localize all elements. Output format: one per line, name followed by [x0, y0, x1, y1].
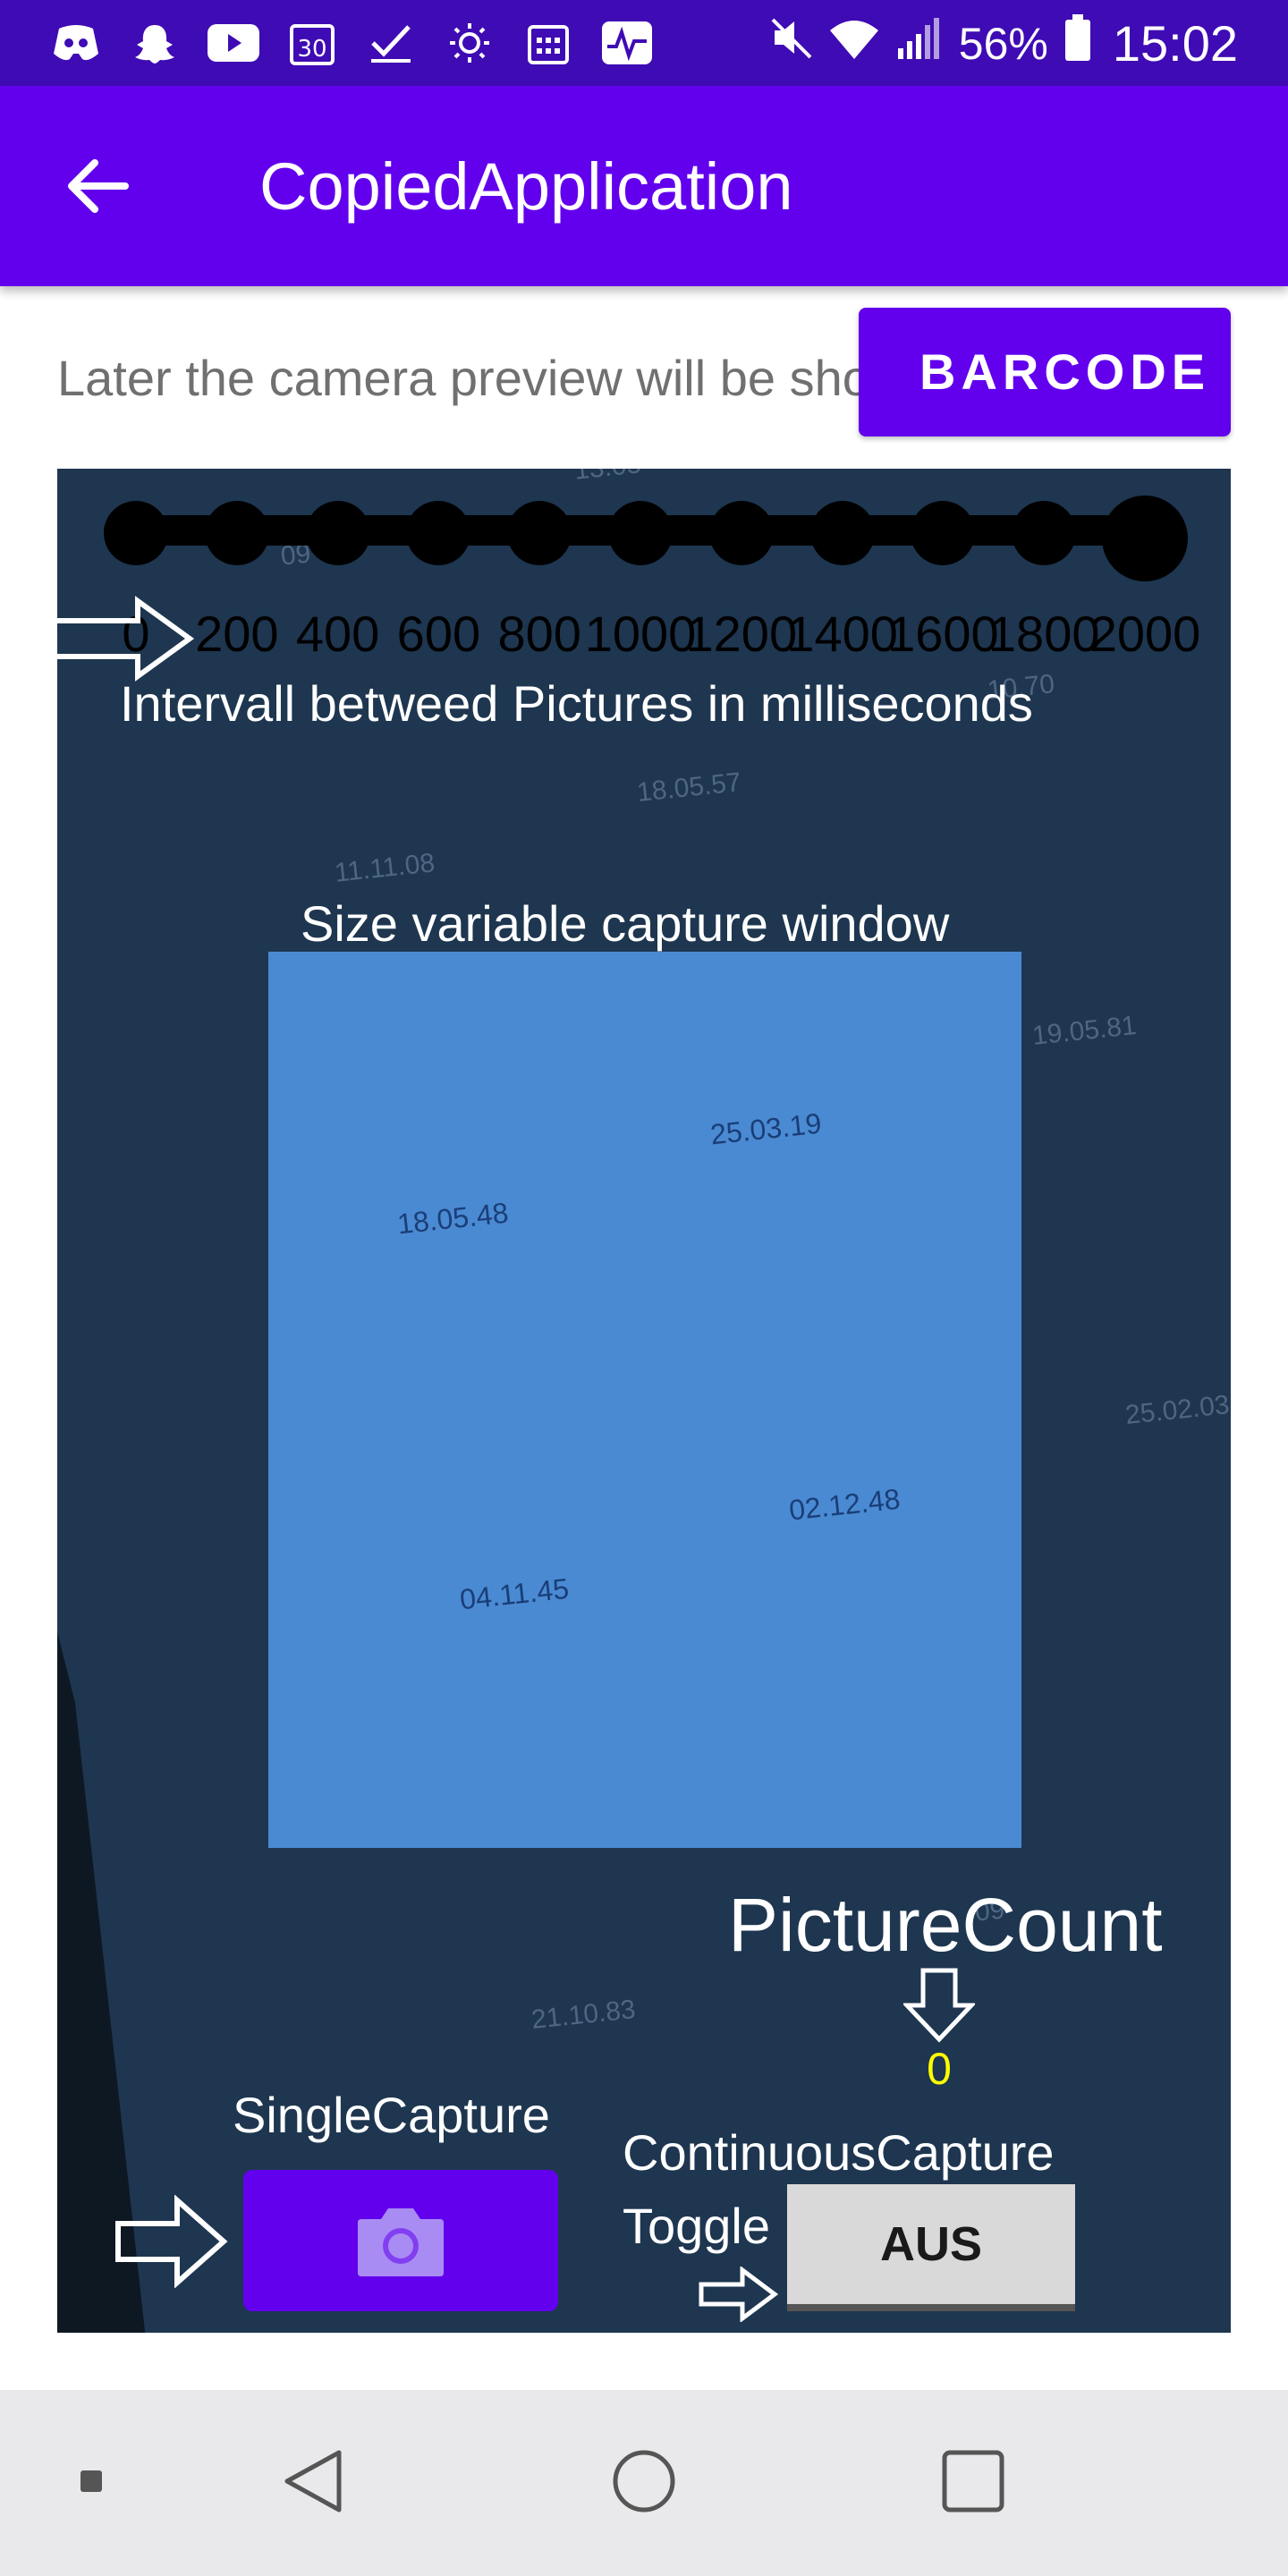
- battery-percent: 56%: [958, 18, 1048, 69]
- slider-tick-dot: [507, 501, 572, 565]
- back-button[interactable]: [54, 141, 143, 231]
- preview-text: 13.05: [572, 469, 642, 487]
- snapchat-icon: [129, 20, 181, 66]
- status-bar: 30 56% 15:02: [0, 0, 1288, 86]
- capture-window[interactable]: 25.03.19 18.05.48 02.12.48 04.11.45: [268, 952, 1021, 1848]
- square-overview-icon: [942, 2450, 1004, 2512]
- single-capture-label: SingleCapture: [233, 2087, 550, 2143]
- back-nav-button[interactable]: [259, 2436, 367, 2526]
- slider-tick-label: 1800: [987, 606, 1100, 662]
- preview-text: 21.10.83: [530, 1994, 638, 2036]
- calendar-30-icon: 30: [286, 20, 338, 66]
- slider-tick-label: 1600: [887, 606, 999, 662]
- picture-count-label: PictureCount: [728, 1883, 1163, 1967]
- activity-icon: [601, 20, 653, 66]
- brightness-icon: [444, 20, 496, 66]
- calendar-icon: [522, 20, 574, 66]
- slider-tick-dot: [608, 501, 673, 565]
- interval-label: Intervall betweed Pictures in millisecon…: [120, 675, 1033, 732]
- overview-button[interactable]: [919, 2436, 1027, 2526]
- app-bar: CopiedApplication: [0, 86, 1288, 286]
- slider-tick-label: 200: [195, 606, 279, 662]
- slider-tick-dot: [911, 501, 976, 565]
- slider-tick-label: 800: [497, 606, 581, 662]
- single-capture-button[interactable]: [243, 2170, 558, 2311]
- picture-count-value: 0: [927, 2044, 952, 2094]
- barcode-button[interactable]: BARCODE: [859, 308, 1231, 436]
- slider-tick-label: 600: [396, 606, 481, 662]
- arrow-right-icon: [57, 596, 195, 682]
- slider-tick-dot: [406, 501, 471, 565]
- continuous-capture-label: ContinuousCapture: [623, 2124, 1055, 2181]
- capture-window-label: Size variable capture window: [301, 895, 950, 952]
- capture-text: 04.11.45: [458, 1572, 571, 1616]
- preview-text: 18.05.57: [635, 767, 743, 809]
- arrow-down-icon: [903, 1968, 975, 2043]
- preview-text: 11.11.08: [333, 848, 436, 888]
- slider-tick-dot: [708, 501, 774, 565]
- toggle-label: Toggle: [623, 2198, 771, 2254]
- discord-icon: [50, 20, 102, 66]
- continuous-capture-toggle[interactable]: AUS: [787, 2184, 1075, 2311]
- svg-text:30: 30: [297, 36, 326, 63]
- camera-icon: [358, 2208, 444, 2276]
- capture-text: 02.12.48: [787, 1482, 902, 1527]
- circle-home-icon: [613, 2450, 675, 2512]
- intro-text: Later the camera preview will be shown h…: [57, 350, 862, 406]
- slider-tick-label: 1200: [685, 606, 798, 662]
- slider-tick-dot: [809, 501, 875, 565]
- slider-tick-dot: [305, 501, 370, 565]
- home-button[interactable]: [590, 2436, 698, 2526]
- battery-icon: [1064, 14, 1091, 72]
- square-dot-icon: [80, 2470, 102, 2492]
- capture-text: 18.05.48: [395, 1196, 511, 1241]
- preview-text: 25.02.03: [1123, 1389, 1231, 1431]
- arrow-right-icon: [699, 2267, 778, 2322]
- camera-preview: 13.05 09 10.70 18.05.57 11.11.08 19.05.8…: [57, 469, 1231, 2333]
- slider-tick-label: 1000: [584, 606, 697, 662]
- signal-icon: [896, 16, 943, 71]
- triangle-back-icon: [284, 2450, 342, 2512]
- mute-icon: [771, 16, 812, 71]
- recent-dot-button[interactable]: [38, 2436, 145, 2526]
- preview-text: 19.05.81: [1030, 1010, 1139, 1052]
- system-status: 56% 15:02: [771, 14, 1238, 72]
- slider-tick-label: 2000: [1089, 606, 1201, 662]
- interval-slider-thumb[interactable]: [1102, 496, 1188, 581]
- arrow-right-icon: [115, 2195, 228, 2288]
- youtube-icon: [208, 20, 259, 66]
- slider-tick-label: 400: [295, 606, 380, 662]
- slider-tick-dot: [104, 501, 168, 565]
- slider-tick-dot: [204, 501, 269, 565]
- clock: 15:02: [1112, 15, 1238, 72]
- app-title: CopiedApplication: [259, 149, 793, 224]
- capture-text: 25.03.19: [708, 1106, 824, 1151]
- slider-tick-label: 1400: [786, 606, 898, 662]
- navigation-bar: [0, 2390, 1288, 2576]
- check-icon: [365, 20, 417, 66]
- arrow-back-icon: [68, 159, 129, 213]
- wifi-icon: [828, 17, 880, 71]
- notification-icons: 30: [50, 20, 653, 66]
- slider-tick-dot: [1012, 501, 1077, 565]
